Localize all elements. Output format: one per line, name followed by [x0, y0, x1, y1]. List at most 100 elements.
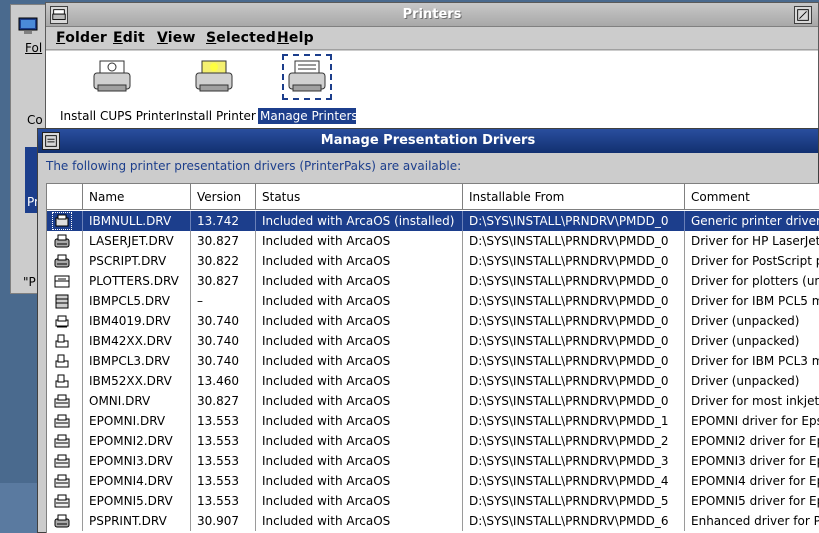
- driver-installable-from: D:\SYS\INSTALL\PRNDRV\PMDD_1: [463, 411, 685, 431]
- driver-status: Included with ArcaOS: [256, 411, 463, 431]
- driver-icon-cell: [47, 371, 83, 391]
- driver-icon-cell: [47, 211, 83, 231]
- driver-comment: EPOMNI4 driver for Eps: [691, 474, 819, 488]
- table-row[interactable]: PLOTTERS.DRV 30.827 Included with ArcaOS D:…: [47, 271, 819, 291]
- driver-status: Included with ArcaOS: [256, 471, 463, 491]
- table-row[interactable]: EPOMNI3.DRV 13.553 Included with ArcaOS D:\…: [47, 451, 819, 471]
- driver-installable-from: D:\SYS\INSTALL\PRNDRV\PMDD_0: [463, 391, 685, 411]
- manage-printers-object[interactable]: Manage Printers: [258, 54, 358, 124]
- driver-name: EPOMNI5.DRV: [83, 491, 191, 511]
- driver-status: Included with ArcaOS: [256, 391, 463, 411]
- driver-version: 30.822: [191, 251, 256, 271]
- printer-driver-icon: [55, 334, 69, 348]
- driver-status: Included with ArcaOS: [256, 271, 463, 291]
- table-header: Name Version Status Installable From Com…: [47, 184, 819, 210]
- printer-driver-icon: [54, 434, 70, 448]
- dialog-titlebar[interactable]: Manage Presentation Drivers: [38, 129, 818, 153]
- driver-comment: Driver for PostScript pri: [691, 254, 819, 268]
- printers-icon-area: Install CUPS Printer Install Printer Man…: [46, 51, 818, 131]
- driver-name: IBMPCL3.DRV: [83, 351, 191, 371]
- printer-driver-icon: [52, 212, 72, 230]
- menu-edit[interactable]: Edit: [113, 30, 145, 46]
- maximize-icon[interactable]: [794, 6, 812, 24]
- driver-icon-cell: [47, 471, 83, 491]
- table-row[interactable]: EPOMNI5.DRV 13.553 Included with ArcaOS D:\…: [47, 491, 819, 511]
- printer-driver-icon: [55, 374, 69, 388]
- table-row[interactable]: PSCRIPT.DRV 30.822 Included with ArcaOS D:\…: [47, 251, 819, 271]
- driver-name: EPOMNI4.DRV: [83, 471, 191, 491]
- driver-comment: Enhanced driver for Pos: [691, 514, 819, 528]
- menu-view[interactable]: View: [157, 30, 196, 46]
- header-comment[interactable]: Comment: [685, 184, 819, 210]
- table-row[interactable]: OMNI.DRV 30.827 Included with ArcaOS D:\SYS…: [47, 391, 819, 411]
- driver-status: Included with ArcaOS: [256, 291, 463, 311]
- driver-comment: EPOMNI3 driver for Eps: [691, 454, 819, 468]
- driver-comment: Driver for plotters (unp: [691, 274, 819, 288]
- driver-name: PSCRIPT.DRV: [83, 251, 191, 271]
- driver-icon-cell: [47, 511, 83, 531]
- driver-installable-from: D:\SYS\INSTALL\PRNDRV\PMDD_0: [463, 251, 685, 271]
- driver-status: Included with ArcaOS: [256, 371, 463, 391]
- manage-drivers-dialog: Manage Presentation Drivers The followin…: [37, 128, 819, 533]
- driver-installable-from: D:\SYS\INSTALL\PRNDRV\PMDD_5: [463, 491, 685, 511]
- driver-status: Included with ArcaOS: [256, 511, 463, 531]
- driver-comment: Driver (unpacked): [691, 314, 800, 328]
- table-row[interactable]: IBMPCL3.DRV 30.740 Included with ArcaOS D:\…: [47, 351, 819, 371]
- driver-status: Included with ArcaOS (installed): [256, 211, 463, 231]
- computer-icon: [18, 17, 38, 34]
- driver-installable-from: D:\SYS\INSTALL\PRNDRV\PMDD_0: [463, 231, 685, 251]
- printer-driver-icon: [54, 234, 70, 248]
- driver-installable-from: D:\SYS\INSTALL\PRNDRV\PMDD_2: [463, 431, 685, 451]
- menu-help[interactable]: Help: [277, 30, 314, 46]
- driver-comment: Driver (unpacked): [691, 374, 800, 388]
- printers-titlebar[interactable]: Printers: [46, 3, 818, 27]
- driver-icon-cell: [47, 291, 83, 311]
- background-label-fragment: Co: [27, 113, 43, 127]
- printer-driver-icon: [55, 315, 69, 328]
- manage-printers-label: Manage Printers: [258, 108, 358, 124]
- driver-status: Included with ArcaOS: [256, 231, 463, 251]
- menu-folder[interactable]: Folder: [56, 30, 107, 46]
- driver-icon-cell: [47, 451, 83, 471]
- table-row[interactable]: EPOMNI4.DRV 13.553 Included with ArcaOS D:\…: [47, 471, 819, 491]
- header-status[interactable]: Status: [256, 184, 463, 210]
- driver-icon-cell: [47, 331, 83, 351]
- driver-icon-cell: [47, 431, 83, 451]
- menu-selected[interactable]: Selected: [206, 30, 276, 46]
- install-printer-object[interactable]: Install Printer: [174, 57, 256, 124]
- table-row[interactable]: LASERJET.DRV 30.827 Included with ArcaOS D:…: [47, 231, 819, 251]
- driver-comment: Driver for most inkjet pr: [691, 394, 819, 408]
- table-row[interactable]: IBMNULL.DRV 13.742 Included with ArcaOS (i…: [47, 211, 819, 231]
- header-name[interactable]: Name: [83, 184, 191, 210]
- driver-version: 13.553: [191, 451, 256, 471]
- driver-name: OMNI.DRV: [83, 391, 191, 411]
- background-menu-fragment[interactable]: Fol: [25, 41, 42, 55]
- table-row[interactable]: IBM42XX.DRV 30.740 Included with ArcaOS D:\…: [47, 331, 819, 351]
- driver-icon-cell: [47, 411, 83, 431]
- driver-installable-from: D:\SYS\INSTALL\PRNDRV\PMDD_0: [463, 331, 685, 351]
- table-row[interactable]: EPOMNI2.DRV 13.553 Included with ArcaOS D:\…: [47, 431, 819, 451]
- driver-version: –: [191, 291, 256, 311]
- driver-installable-from: D:\SYS\INSTALL\PRNDRV\PMDD_0: [463, 351, 685, 371]
- driver-version: 30.740: [191, 331, 256, 351]
- driver-comment: Driver for HP LaserJet m: [691, 234, 819, 248]
- printer-driver-icon: [54, 414, 70, 428]
- driver-icon-cell: [47, 271, 83, 291]
- table-row[interactable]: EPOMNI.DRV 13.553 Included with ArcaOS D:\S…: [47, 411, 819, 431]
- install-cups-printer-object[interactable]: Install CUPS Printer: [58, 57, 176, 124]
- table-row[interactable]: PSPRINT.DRV 30.907 Included with ArcaOS D:\…: [47, 511, 819, 531]
- driver-version: 30.740: [191, 351, 256, 371]
- table-row[interactable]: IBM4019.DRV 30.740 Included with ArcaOS D:\…: [47, 311, 819, 331]
- header-version[interactable]: Version: [191, 184, 256, 210]
- dialog-info-text: The following printer presentation drive…: [46, 159, 462, 173]
- printers-window-title: Printers: [402, 7, 462, 22]
- printer-driver-icon: [55, 354, 69, 368]
- printer-driver-icon: [54, 394, 70, 408]
- table-row[interactable]: IBMPCL5.DRV – Included with ArcaOS D:\SYS\I…: [47, 291, 819, 311]
- printer-driver-icon: [54, 275, 70, 288]
- driver-name: PLOTTERS.DRV: [83, 271, 191, 291]
- table-row[interactable]: IBM52XX.DRV 13.460 Included with ArcaOS D:\…: [47, 371, 819, 391]
- driver-name: IBM52XX.DRV: [83, 371, 191, 391]
- header-installable-from[interactable]: Installable From: [463, 184, 685, 210]
- driver-installable-from: D:\SYS\INSTALL\PRNDRV\PMDD_0: [463, 371, 685, 391]
